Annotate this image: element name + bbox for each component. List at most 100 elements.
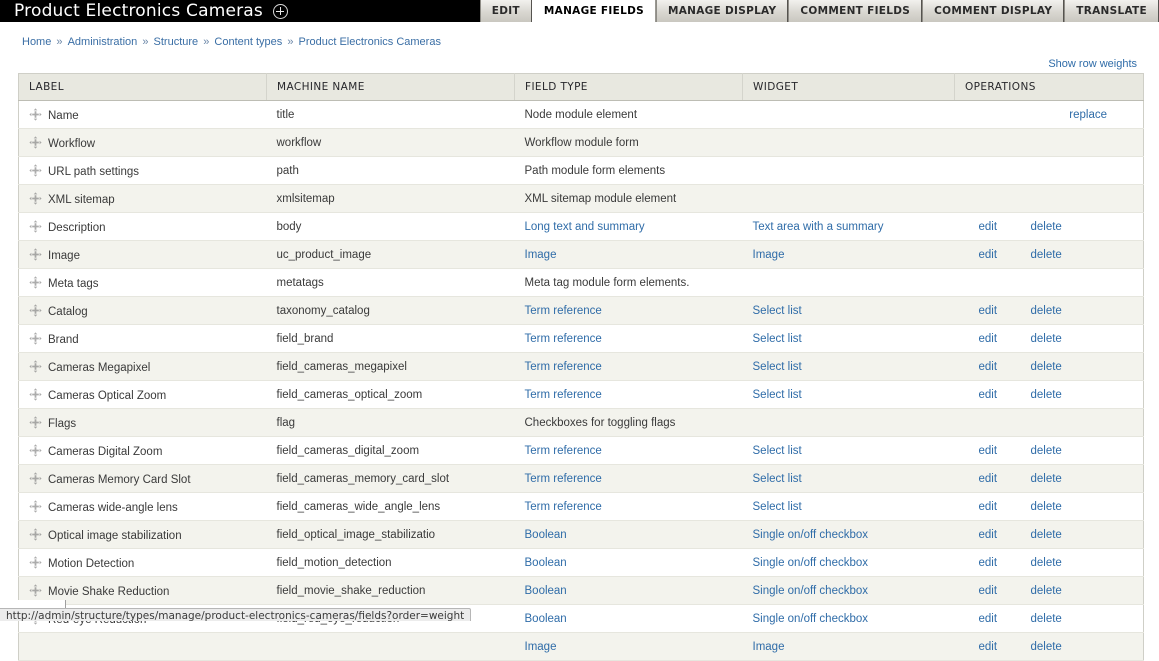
edit-link[interactable]: edit bbox=[979, 501, 1019, 513]
breadcrumb-item-home[interactable]: Home bbox=[22, 36, 51, 48]
field-type-link[interactable]: Image bbox=[525, 641, 557, 653]
field-type-link[interactable]: Term reference bbox=[525, 305, 602, 317]
tab-comment-fields[interactable]: COMMENT FIELDS bbox=[788, 0, 923, 22]
delete-link[interactable]: delete bbox=[1031, 445, 1062, 457]
field-type-link[interactable]: Term reference bbox=[525, 473, 602, 485]
edit-link[interactable]: edit bbox=[979, 305, 1019, 317]
operations-group: edit delete bbox=[965, 361, 1144, 373]
delete-link[interactable]: delete bbox=[1031, 249, 1062, 261]
drag-handle-icon[interactable] bbox=[29, 415, 42, 429]
cell-field-type: Term reference bbox=[514, 492, 743, 521]
delete-link[interactable]: delete bbox=[1031, 333, 1062, 345]
drag-handle-icon[interactable] bbox=[29, 135, 42, 149]
drag-handle-icon[interactable] bbox=[29, 247, 42, 261]
show-row-weights-link[interactable]: Show row weights bbox=[1048, 58, 1137, 70]
delete-link[interactable]: delete bbox=[1031, 613, 1062, 625]
delete-link[interactable]: delete bbox=[1031, 221, 1062, 233]
widget-link[interactable]: Select list bbox=[753, 445, 802, 457]
drag-handle-icon[interactable] bbox=[29, 359, 42, 373]
widget-link[interactable]: Text area with a summary bbox=[753, 221, 884, 233]
drag-handle-icon[interactable] bbox=[29, 163, 42, 177]
field-type-link[interactable]: Boolean bbox=[525, 613, 567, 625]
tab-translate[interactable]: TRANSLATE bbox=[1064, 0, 1159, 22]
delete-link[interactable]: delete bbox=[1031, 585, 1062, 597]
widget-link[interactable]: Image bbox=[753, 249, 785, 261]
field-type-link[interactable]: Boolean bbox=[525, 585, 567, 597]
edit-link[interactable]: edit bbox=[979, 333, 1019, 345]
tab-edit[interactable]: EDIT bbox=[479, 0, 532, 22]
edit-link[interactable]: edit bbox=[979, 249, 1019, 261]
edit-link[interactable]: edit bbox=[979, 389, 1019, 401]
widget-link[interactable]: Select list bbox=[753, 361, 802, 373]
widget-link[interactable]: Single on/off checkbox bbox=[753, 613, 869, 625]
drag-handle-icon[interactable] bbox=[29, 387, 42, 401]
widget-link[interactable]: Select list bbox=[753, 305, 802, 317]
breadcrumb-item-administration[interactable]: Administration bbox=[68, 36, 138, 48]
cell-widget: Select list bbox=[742, 464, 955, 493]
delete-link[interactable]: delete bbox=[1031, 557, 1062, 569]
breadcrumb-item-content-types[interactable]: Content types bbox=[214, 36, 282, 48]
edit-link[interactable]: edit bbox=[979, 557, 1019, 569]
delete-link[interactable]: delete bbox=[1031, 305, 1062, 317]
drag-handle-icon[interactable] bbox=[29, 331, 42, 345]
delete-link[interactable]: delete bbox=[1031, 641, 1062, 653]
edit-link[interactable]: edit bbox=[979, 613, 1019, 625]
field-label: Cameras wide-angle lens bbox=[48, 501, 178, 514]
replace-link[interactable]: replace bbox=[965, 109, 1144, 121]
cell-widget: Select list bbox=[742, 380, 955, 409]
circle-plus-icon[interactable] bbox=[272, 3, 288, 19]
field-type-link[interactable]: Image bbox=[525, 249, 557, 261]
row-weights-container: Show row weights bbox=[12, 56, 1147, 73]
edit-link[interactable]: edit bbox=[979, 641, 1019, 653]
drag-handle-icon[interactable] bbox=[29, 527, 42, 541]
delete-link[interactable]: delete bbox=[1031, 501, 1062, 513]
widget-link[interactable]: Image bbox=[753, 641, 785, 653]
field-type-link[interactable]: Term reference bbox=[525, 389, 602, 401]
drag-handle-icon[interactable] bbox=[29, 275, 42, 289]
field-type-link[interactable]: Boolean bbox=[525, 529, 567, 541]
delete-link[interactable]: delete bbox=[1031, 361, 1062, 373]
drag-handle-icon[interactable] bbox=[29, 555, 42, 569]
widget-link[interactable]: Select list bbox=[753, 473, 802, 485]
field-type-link[interactable]: Term reference bbox=[525, 333, 602, 345]
edit-link[interactable]: edit bbox=[979, 585, 1019, 597]
edit-link[interactable]: edit bbox=[979, 221, 1019, 233]
cell-label: XML sitemap bbox=[18, 184, 267, 213]
drag-handle-icon[interactable] bbox=[29, 107, 42, 121]
edit-link[interactable]: edit bbox=[979, 473, 1019, 485]
tab-manage-display[interactable]: MANAGE DISPLAY bbox=[655, 0, 789, 22]
field-type-link[interactable]: Long text and summary bbox=[525, 221, 645, 233]
drag-handle-icon[interactable] bbox=[29, 583, 42, 597]
delete-link[interactable]: delete bbox=[1031, 389, 1062, 401]
cell-widget bbox=[742, 408, 955, 437]
breadcrumb-item-product-electronics-cameras[interactable]: Product Electronics Cameras bbox=[299, 36, 441, 48]
delete-link[interactable]: delete bbox=[1031, 529, 1062, 541]
field-type-link[interactable]: Term reference bbox=[525, 501, 602, 513]
drag-handle-icon[interactable] bbox=[29, 219, 42, 233]
drag-handle-icon[interactable] bbox=[29, 191, 42, 205]
widget-link[interactable]: Single on/off checkbox bbox=[753, 585, 869, 597]
widget-link[interactable]: Single on/off checkbox bbox=[753, 557, 869, 569]
edit-link[interactable]: edit bbox=[979, 361, 1019, 373]
edit-link[interactable]: edit bbox=[979, 445, 1019, 457]
field-type-link[interactable]: Term reference bbox=[525, 445, 602, 457]
delete-link[interactable]: delete bbox=[1031, 473, 1062, 485]
widget-link[interactable]: Select list bbox=[753, 389, 802, 401]
widget-link[interactable]: Single on/off checkbox bbox=[753, 529, 869, 541]
cell-operations: edit delete bbox=[954, 464, 1144, 493]
drag-handle-icon[interactable] bbox=[29, 443, 42, 457]
drag-handle-icon[interactable] bbox=[29, 303, 42, 317]
tab-manage-fields[interactable]: MANAGE FIELDS bbox=[531, 0, 656, 22]
widget-link[interactable]: Select list bbox=[753, 501, 802, 513]
operations-group: edit delete bbox=[965, 249, 1144, 261]
field-type-link[interactable]: Boolean bbox=[525, 557, 567, 569]
drag-handle-icon[interactable] bbox=[29, 471, 42, 485]
breadcrumb-item-structure[interactable]: Structure bbox=[154, 36, 199, 48]
edit-link[interactable]: edit bbox=[979, 529, 1019, 541]
cell-operations: edit delete bbox=[954, 520, 1144, 549]
cell-widget: Text area with a summary bbox=[742, 212, 955, 241]
tab-comment-display[interactable]: COMMENT DISPLAY bbox=[922, 0, 1065, 22]
field-type-link[interactable]: Term reference bbox=[525, 361, 602, 373]
widget-link[interactable]: Select list bbox=[753, 333, 802, 345]
drag-handle-icon[interactable] bbox=[29, 499, 42, 513]
